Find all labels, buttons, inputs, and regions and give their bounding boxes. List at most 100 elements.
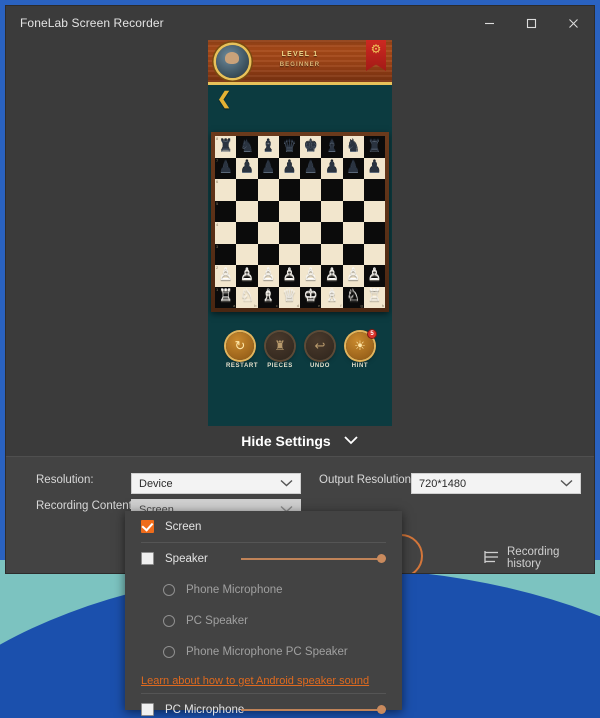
- chess-square[interactable]: ♝: [257, 136, 279, 158]
- chess-square[interactable]: [257, 222, 279, 244]
- chess-square[interactable]: [257, 179, 279, 201]
- chess-piece[interactable]: ♟: [303, 160, 317, 176]
- speaker-checkbox[interactable]: [141, 552, 154, 565]
- chess-square[interactable]: b ♘: [236, 286, 258, 308]
- chess-square[interactable]: f ♗: [321, 286, 343, 308]
- chess-square[interactable]: ♟: [236, 157, 258, 179]
- chess-square[interactable]: [363, 179, 385, 201]
- chess-piece[interactable]: ♖: [218, 289, 232, 305]
- chess-piece[interactable]: ♘: [346, 289, 360, 305]
- chess-piece[interactable]: ♟: [367, 160, 381, 176]
- chess-square[interactable]: [278, 222, 300, 244]
- chess-piece[interactable]: ♛: [282, 138, 296, 155]
- chess-square[interactable]: 8 ♜: [215, 136, 237, 158]
- speaker-volume-slider[interactable]: [241, 553, 386, 565]
- chess-piece[interactable]: ♙: [218, 267, 232, 284]
- chess-square[interactable]: [342, 179, 364, 201]
- chess-piece[interactable]: ♚: [303, 138, 317, 155]
- chess-square[interactable]: [257, 200, 279, 222]
- chess-piece[interactable]: ♟: [346, 160, 360, 176]
- chess-piece[interactable]: ♝: [261, 138, 275, 155]
- chess-square[interactable]: ♙: [321, 265, 343, 287]
- radio-button[interactable]: [163, 645, 175, 658]
- chess-square[interactable]: [300, 243, 322, 265]
- maximize-button[interactable]: [510, 6, 552, 40]
- chess-square[interactable]: [321, 243, 343, 265]
- chess-square[interactable]: ♝: [321, 136, 343, 158]
- chess-square[interactable]: [342, 222, 364, 244]
- chess-square[interactable]: c ♗: [257, 286, 279, 308]
- chess-square[interactable]: [363, 222, 385, 244]
- chess-piece[interactable]: ♟: [325, 160, 339, 176]
- chess-board[interactable]: 8 ♜ ♞ ♝ ♛ ♚ ♝ ♞ ♜ 7 ♟ ♟ ♟ ♟ ♟ ♟ ♟ ♟ 6 5 4 3 2 ♙ ♙ ♙ ♙ ♙ ♙ ♙ ♙ 1 a ♖ b ♘ c ♗ d ♕…: [215, 136, 385, 308]
- chess-square[interactable]: [278, 179, 300, 201]
- chess-square[interactable]: ♟: [321, 157, 343, 179]
- chess-square[interactable]: [363, 200, 385, 222]
- chess-piece[interactable]: ♞: [240, 138, 254, 155]
- dropdown-item-speaker[interactable]: Speaker: [141, 543, 386, 574]
- chess-piece[interactable]: ♘: [240, 289, 254, 305]
- chess-square[interactable]: [236, 179, 258, 201]
- chess-square[interactable]: 4: [215, 222, 237, 244]
- chess-square[interactable]: ♚: [300, 136, 322, 158]
- chess-piece[interactable]: ♙: [346, 267, 360, 284]
- chess-piece[interactable]: ♙: [282, 267, 296, 284]
- chess-piece[interactable]: ♟: [282, 160, 296, 176]
- chess-piece[interactable]: ♝: [325, 138, 339, 155]
- chess-square[interactable]: ♙: [342, 265, 364, 287]
- recording-history-button[interactable]: Recording history: [484, 546, 594, 570]
- pc-microphone-checkbox[interactable]: [141, 703, 154, 716]
- close-button[interactable]: [552, 6, 594, 40]
- chess-square[interactable]: [342, 200, 364, 222]
- dropdown-radio-pc-speaker[interactable]: PC Speaker: [141, 605, 386, 636]
- chess-square[interactable]: ♞: [236, 136, 258, 158]
- chess-piece[interactable]: ♕: [282, 289, 296, 305]
- chess-square[interactable]: [300, 200, 322, 222]
- chess-square[interactable]: 3: [215, 243, 237, 265]
- chess-square[interactable]: [321, 179, 343, 201]
- chess-square[interactable]: [257, 243, 279, 265]
- slider-knob[interactable]: [377, 704, 386, 714]
- dropdown-radio-phone-microphone-pc-speaker[interactable]: Phone Microphone PC Speaker: [141, 636, 386, 667]
- chess-piece[interactable]: ♙: [303, 267, 317, 284]
- chess-square[interactable]: ♙: [300, 265, 322, 287]
- chess-square[interactable]: 1 a ♖: [215, 286, 237, 308]
- chess-square[interactable]: 7 ♟: [215, 157, 237, 179]
- chess-square[interactable]: ♛: [278, 136, 300, 158]
- chess-square[interactable]: ♟: [363, 157, 385, 179]
- chess-square[interactable]: ♟: [342, 157, 364, 179]
- chess-piece[interactable]: ♖: [367, 289, 381, 305]
- dropdown-item-pc-microphone[interactable]: PC Microphone: [141, 694, 386, 718]
- chess-square[interactable]: [278, 200, 300, 222]
- chess-square[interactable]: ♞: [342, 136, 364, 158]
- chess-square[interactable]: ♟: [257, 157, 279, 179]
- chess-square[interactable]: 2 ♙: [215, 265, 237, 287]
- chess-square[interactable]: ♟: [300, 157, 322, 179]
- chess-square[interactable]: ♙: [257, 265, 279, 287]
- chess-square[interactable]: [278, 243, 300, 265]
- chess-piece[interactable]: ♗: [325, 289, 339, 305]
- chess-square[interactable]: [321, 222, 343, 244]
- chess-piece[interactable]: ♟: [218, 160, 232, 176]
- chess-square[interactable]: [236, 222, 258, 244]
- radio-button[interactable]: [163, 614, 175, 627]
- chess-piece[interactable]: ♙: [325, 267, 339, 284]
- hide-settings-bar[interactable]: Hide Settings: [6, 426, 594, 456]
- chess-square[interactable]: [236, 200, 258, 222]
- android-speaker-sound-link[interactable]: Learn about how to get Android speaker s…: [141, 667, 386, 693]
- chess-square[interactable]: g ♘: [342, 286, 364, 308]
- chess-square[interactable]: ♜: [363, 136, 385, 158]
- radio-button[interactable]: [163, 583, 175, 596]
- chess-square[interactable]: e ♔: [300, 286, 322, 308]
- game-action-hint[interactable]: ☀ 5 HINT: [346, 329, 377, 394]
- chess-square[interactable]: ♙: [363, 265, 385, 287]
- chess-square[interactable]: ♙: [278, 265, 300, 287]
- screen-checkbox[interactable]: [141, 520, 154, 533]
- minimize-button[interactable]: [468, 6, 510, 40]
- game-action-pieces[interactable]: ♜ PIECES: [266, 332, 294, 394]
- chess-square[interactable]: [363, 243, 385, 265]
- chess-piece[interactable]: ♟: [261, 160, 275, 176]
- chess-square[interactable]: [321, 200, 343, 222]
- chess-square[interactable]: [300, 179, 322, 201]
- game-action-undo[interactable]: ↩ UNDO: [306, 332, 334, 394]
